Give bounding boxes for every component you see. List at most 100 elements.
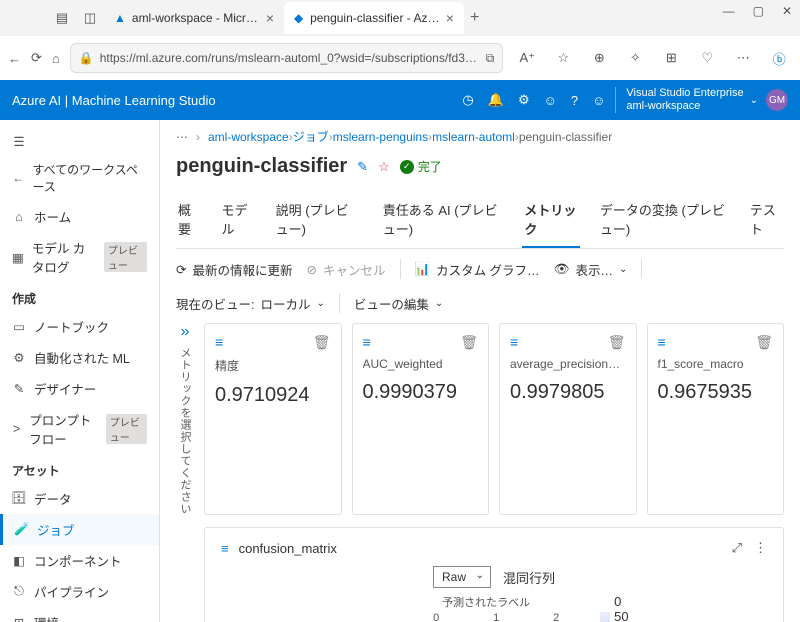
metric-value: 0.9675935 [658, 381, 774, 404]
sidebar-item[interactable]: ⎋パイプライン [0, 576, 159, 607]
breadcrumb-item[interactable]: ジョブ [293, 130, 329, 144]
window-controls[interactable]: —▢✕ [723, 4, 792, 18]
favorite-icon[interactable]: ☆ [549, 44, 577, 72]
sidebar-item[interactable]: ✎デザイナー [0, 373, 159, 404]
home-button[interactable]: ⌂ [52, 44, 60, 72]
breadcrumb-item[interactable]: mslearn-automl [432, 130, 515, 144]
sidebar-item[interactable]: ▦モデル カタログプレビュー [0, 232, 159, 282]
notifications-icon[interactable]: 🔔 [488, 92, 504, 108]
browser-tab-1[interactable]: ◆ penguin-classifier - Azure AI | M… × [284, 2, 464, 34]
metric-name: 精度 [215, 357, 331, 374]
nav-icon: ⊞ [12, 615, 26, 622]
drag-icon[interactable]: ≡ [215, 334, 223, 351]
drag-icon[interactable]: ≡ [221, 541, 229, 556]
delete-icon[interactable]: 🗑 [313, 334, 331, 351]
read-aloud-icon[interactable]: A⁺ [513, 44, 541, 72]
smile-icon[interactable]: ☺ [592, 93, 605, 108]
tab-overview-icon[interactable]: ▤ [48, 4, 76, 32]
more-icon[interactable]: ⋯ [176, 130, 188, 144]
extensions-icon[interactable]: ✧ [621, 44, 649, 72]
chevron-down-icon[interactable]: ⌄ [750, 95, 758, 106]
nav-icon: ◧ [12, 553, 26, 568]
more-icon[interactable]: ⋯ [729, 44, 757, 72]
drag-icon[interactable]: ≡ [510, 334, 518, 351]
delete-icon[interactable]: 🗑 [608, 334, 626, 351]
sidebar-item[interactable]: ⊞ 環境 [0, 607, 159, 622]
close-icon[interactable]: × [446, 10, 454, 26]
subscription-picker[interactable]: Visual Studio Enterprise aml-workspace [615, 87, 743, 113]
performance-icon[interactable]: ⊞ [657, 44, 685, 72]
tab-3[interactable]: 責任ある AI (プレビュー) [381, 192, 505, 248]
feedback-icon[interactable]: ☺ [544, 93, 557, 108]
tab-list-icon[interactable]: ◫ [76, 4, 104, 32]
help-icon[interactable]: ? [571, 93, 578, 108]
drag-icon[interactable]: ≡ [363, 334, 371, 351]
sidebar-label: 環境 [34, 613, 59, 622]
edit-icon[interactable]: ✎ [357, 159, 368, 175]
breadcrumb-item[interactable]: mslearn-penguins [333, 130, 428, 144]
metric-name: f1_score_macro [658, 357, 774, 371]
metric-card[interactable]: ≡🗑精度0.9710924 [204, 323, 342, 515]
collections-icon[interactable]: ⊕ [585, 44, 613, 72]
browser-tab-0[interactable]: ▲ aml-workspace - Microsoft Azu… × [104, 2, 284, 34]
edit-view-button[interactable]: ビューの編集⌄ [354, 294, 443, 313]
tab-2[interactable]: 説明 (プレビュー) [274, 192, 363, 248]
refresh-button[interactable]: ⟳最新の情報に更新 [176, 260, 293, 279]
expand-icon[interactable]: » [181, 323, 190, 341]
cancel-icon: ⊘ [307, 262, 317, 277]
chevron-down-icon: ⌄ [619, 264, 627, 275]
metric-card[interactable]: ≡🗑average_precision_sco…0.9979805 [499, 323, 637, 515]
sidebar-item[interactable]: ▭ノートブック [0, 311, 159, 342]
metric-card[interactable]: ≡🗑AUC_weighted0.9990379 [352, 323, 490, 515]
avatar[interactable]: GM [766, 89, 788, 111]
copy-icon[interactable]: ⧉ [486, 51, 495, 66]
delete-icon[interactable]: 🗑 [460, 334, 478, 351]
matrix-mode-select[interactable]: Raw ⌄ [433, 566, 491, 588]
custom-chart-button[interactable]: 📊カスタム グラフ… [415, 260, 540, 279]
refresh-button[interactable]: ⟳ [31, 44, 42, 72]
view-selector[interactable]: 現在のビュー: ローカル⌄ [176, 294, 325, 313]
back-button[interactable]: ← [8, 44, 21, 72]
back-to-workspaces[interactable]: ←すべてのワークスペース [0, 155, 159, 201]
hamburger-icon[interactable]: ☰ [0, 128, 159, 155]
tab-6[interactable]: テスト [748, 192, 784, 248]
expand-icon[interactable]: ⤢ [732, 540, 742, 556]
new-tab-button[interactable]: + [470, 9, 479, 27]
sidebar-label: ジョブ [37, 520, 75, 539]
sidebar-item[interactable]: ◧コンポーネント [0, 545, 159, 576]
sidebar-item[interactable]: ⌂ホーム [0, 201, 159, 232]
sidebar-label: プロンプト フロー [29, 410, 97, 448]
settings-icon[interactable]: ⚙ [518, 92, 530, 108]
heart-icon[interactable]: ♡ [693, 44, 721, 72]
sidebar-back-label: すべてのワークスペース [32, 161, 147, 195]
star-icon[interactable]: ☆ [378, 159, 390, 175]
tab-4[interactable]: メトリック [522, 192, 580, 248]
sidebar-label: データ [34, 489, 72, 508]
nav-icon: ⎋ [12, 584, 26, 599]
address-bar[interactable]: 🔒 https://ml.azure.com/runs/mslearn-auto… [70, 43, 504, 73]
matrix-title: confusion_matrix [239, 541, 337, 556]
chevron-down-icon: ⌄ [435, 298, 443, 309]
y-axis-label: True ラベル [352, 594, 372, 622]
tab-5[interactable]: データの変換 (プレビュー) [598, 192, 730, 248]
more-icon[interactable]: ⋮ [754, 540, 767, 556]
sidebar-item[interactable]: >プロンプト フロープレビュー [0, 404, 159, 454]
clock-icon[interactable]: ◷ [462, 92, 473, 108]
tab-0[interactable]: 概要 [176, 192, 201, 248]
nav-icon: ▭ [12, 319, 26, 334]
sidebar-item[interactable]: 🧪ジョブ [0, 514, 159, 545]
tab-1[interactable]: モデル [219, 192, 255, 248]
delete-icon[interactable]: 🗑 [755, 334, 773, 351]
status-text: 完了 [418, 158, 442, 175]
breadcrumb-item[interactable]: aml-workspace [208, 130, 289, 144]
sidebar-label: 自動化された ML [34, 348, 130, 367]
metric-card[interactable]: ≡ 🗑 f1_score_macro 0.9675935 [647, 323, 785, 515]
display-button[interactable]: 👁表示…⌄ [554, 260, 628, 279]
nav-icon: > [12, 422, 21, 436]
close-icon[interactable]: × [266, 10, 274, 26]
sidebar-item[interactable]: ⚙自動化された ML [0, 342, 159, 373]
bing-icon[interactable]: ⓑ [765, 44, 793, 72]
custom-chart-label: カスタム グラフ… [436, 260, 539, 279]
drag-icon[interactable]: ≡ [658, 334, 666, 351]
sidebar-item[interactable]: 🗄データ [0, 483, 159, 514]
